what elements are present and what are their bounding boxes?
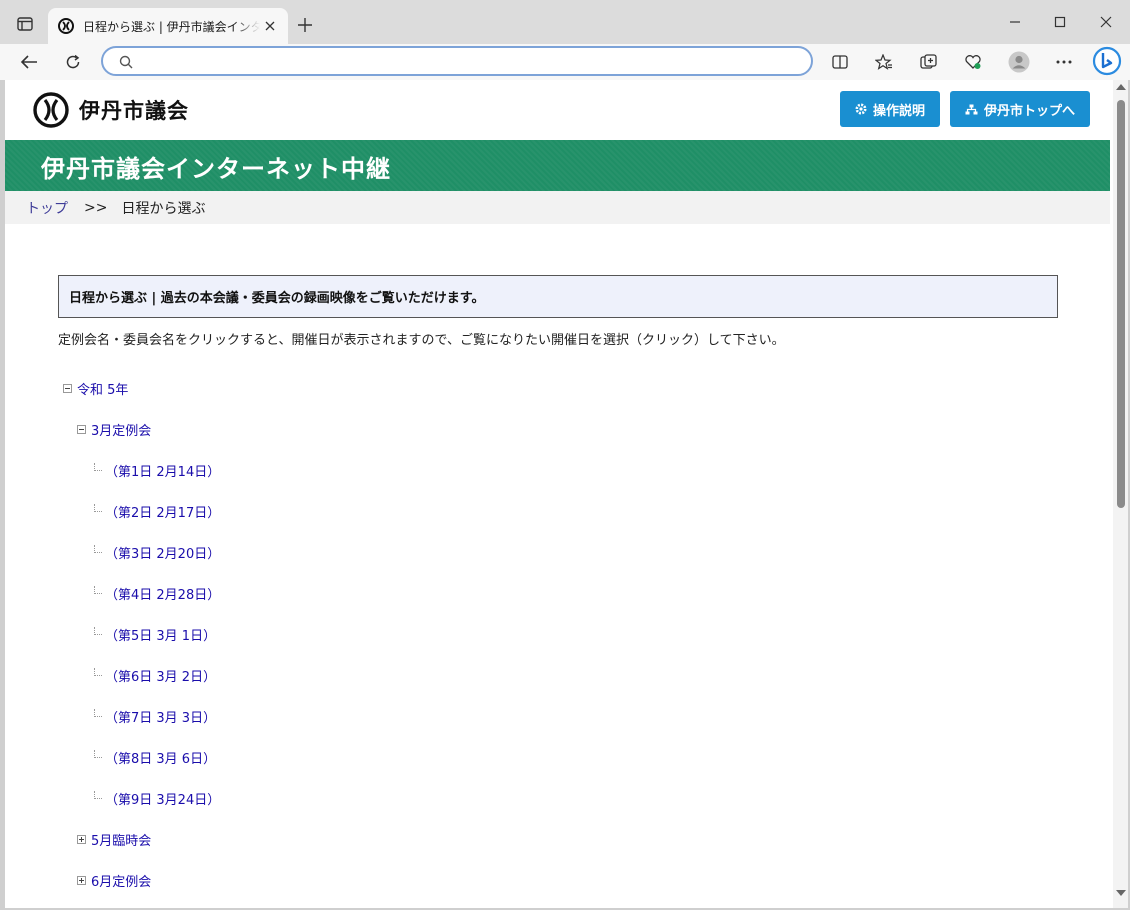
tree-day-item: （第4日 2月28日） [94, 583, 220, 603]
tree-session-node: 3月定例会 [77, 419, 151, 439]
itami-city-emblem-icon [33, 92, 69, 128]
breadcrumb: トップ >> 日程から選ぶ [5, 191, 1110, 224]
maximize-icon[interactable] [1048, 10, 1072, 34]
city-top-button-label: 伊丹市トップへ [983, 103, 1075, 119]
collapse-toggle-icon[interactable] [63, 383, 72, 393]
collapse-toggle-icon[interactable] [77, 424, 86, 434]
tab-title: 日程から選ぶ | 伊丹市議会インターネット中継 [83, 19, 261, 34]
intro-heading: 日程から選ぶ | 過去の本会議・委員会の録画映像をご覧いただけます。 [69, 291, 485, 306]
intro-heading-box: 日程から選ぶ | 過去の本会議・委員会の録画映像をご覧いただけます。 [58, 275, 1058, 318]
tree-session-node: 5月臨時会 [77, 829, 151, 849]
tree-day-link[interactable]: （第9日 3月24日） [105, 789, 220, 808]
window-close-icon[interactable] [1094, 10, 1118, 34]
back-arrow-icon[interactable] [15, 48, 43, 76]
tree-day-item: （第3日 2月20日） [94, 542, 220, 562]
search-icon [119, 54, 133, 73]
tree-session-link[interactable]: 5月臨時会 [91, 830, 151, 849]
profile-icon[interactable] [1005, 48, 1033, 76]
scroll-up-arrow-icon[interactable] [1116, 84, 1126, 90]
tree-session-link[interactable]: 6月定例会 [91, 871, 151, 890]
gear-icon [855, 103, 867, 115]
expand-toggle-icon[interactable] [77, 875, 86, 885]
scroll-down-arrow-icon[interactable] [1116, 890, 1126, 896]
browser-essentials-icon[interactable] [959, 48, 987, 76]
manual-button[interactable]: 操作説明 [840, 91, 940, 127]
banner-title: 伊丹市議会インターネット中継 [41, 154, 391, 183]
tree-day-link[interactable]: （第8日 3月 6日） [105, 748, 216, 767]
tree-line-icon [94, 463, 102, 471]
site-logo[interactable]: 伊丹市議会 [33, 92, 189, 128]
tree-day-link[interactable]: （第1日 2月14日） [105, 461, 220, 480]
collections-icon[interactable] [915, 48, 943, 76]
tree-day-link[interactable]: （第3日 2月20日） [105, 543, 220, 562]
browser-tab-bar: 日程から選ぶ | 伊丹市議会インターネット中継 [0, 0, 1130, 44]
tree-day-link[interactable]: （第4日 2月28日） [105, 584, 220, 603]
tree-session-link[interactable]: 3月定例会 [91, 420, 151, 439]
instruction-text: 定例会名・委員会名をクリックすると、開催日が表示されますので、ご覧になりたい開催… [58, 333, 785, 348]
tree-day-link[interactable]: （第5日 3月 1日） [105, 625, 216, 644]
minimize-icon[interactable] [1003, 10, 1027, 34]
tree-line-icon [94, 627, 102, 635]
expand-toggle-icon[interactable] [77, 834, 86, 844]
breadcrumb-separator: >> [84, 199, 108, 216]
address-input[interactable] [145, 52, 785, 70]
tree-session-node: 6月定例会 [77, 870, 151, 890]
tree-day-link[interactable]: （第6日 3月 2日） [105, 666, 216, 685]
split-screen-icon[interactable] [826, 48, 854, 76]
tree-day-item: （第2日 2月17日） [94, 501, 220, 521]
site-banner: 伊丹市議会インターネット中継 [5, 140, 1110, 191]
more-icon[interactable] [1050, 48, 1078, 76]
tree-line-icon [94, 545, 102, 553]
tree-day-item: （第7日 3月 3日） [94, 706, 216, 726]
refresh-icon[interactable] [59, 48, 87, 76]
copilot-icon[interactable] [1091, 45, 1123, 77]
breadcrumb-home-link[interactable]: トップ [26, 198, 68, 218]
tree-line-icon [94, 504, 102, 512]
scroll-thumb[interactable] [1117, 100, 1125, 508]
address-bar[interactable] [101, 46, 813, 76]
page-scrollbar[interactable] [1113, 80, 1128, 908]
tree-year-link[interactable]: 令和 5年 [77, 379, 128, 398]
tree-day-item: （第8日 3月 6日） [94, 747, 216, 767]
tree-day-item: （第1日 2月14日） [94, 460, 220, 480]
tab-actions-icon[interactable] [12, 12, 38, 36]
tree-day-item: （第5日 3月 1日） [94, 624, 216, 644]
tree-day-item: （第9日 3月24日） [94, 788, 220, 808]
plus-icon[interactable] [294, 14, 316, 36]
tree-line-icon [94, 668, 102, 676]
tree-day-link[interactable]: （第7日 3月 3日） [105, 707, 216, 726]
close-icon[interactable] [260, 16, 280, 36]
tree-line-icon [94, 586, 102, 594]
site-header: 伊丹市議会 操作説明 伊丹市トップへ [5, 80, 1110, 140]
tree-line-icon [94, 750, 102, 758]
browser-toolbar [0, 44, 1130, 80]
tree-line-icon [94, 791, 102, 799]
city-top-button[interactable]: 伊丹市トップへ [950, 91, 1090, 127]
itami-emblem-icon [58, 18, 74, 34]
page-viewport: 伊丹市議会 操作説明 伊丹市トップへ 伊丹市議会インターネット中継 トップ >>… [5, 80, 1128, 908]
breadcrumb-current: 日程から選ぶ [121, 200, 206, 217]
star-icon[interactable] [870, 48, 898, 76]
tree-day-link[interactable]: （第2日 2月17日） [105, 502, 220, 521]
site-logo-text: 伊丹市議会 [79, 99, 189, 123]
manual-button-label: 操作説明 [872, 103, 925, 119]
tree-day-item: （第6日 3月 2日） [94, 665, 216, 685]
sitemap-icon [965, 104, 978, 114]
browser-tab-active[interactable]: 日程から選ぶ | 伊丹市議会インターネット中継 [48, 8, 288, 44]
tree-line-icon [94, 709, 102, 717]
tree-year-node: 令和 5年 [63, 378, 128, 398]
